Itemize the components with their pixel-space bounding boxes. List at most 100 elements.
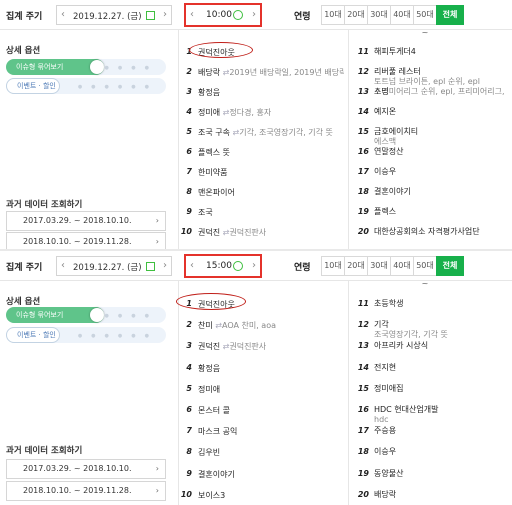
prev-time-chevron-icon[interactable]: ‹ — [190, 260, 194, 271]
rank-keyword[interactable]: 예지온 — [374, 107, 506, 117]
age-button[interactable]: 전체 — [436, 5, 464, 25]
history-range-button[interactable]: 2018.10.10. ~ 2019.11.28. › — [6, 481, 166, 501]
rank-item[interactable]: 2 찬미 AOA 찬미, aoa — [178, 320, 344, 340]
rank-number: 3 — [186, 341, 192, 351]
age-button[interactable]: 40대 — [390, 5, 414, 25]
rank-keyword[interactable]: 결혼이야기 — [374, 187, 506, 197]
rank-keyword[interactable]: 리버풀 레스터 — [374, 67, 506, 77]
rank-item[interactable]: 5 정미애 — [178, 384, 344, 404]
rank-keyword[interactable]: 연말정산 — [374, 147, 506, 157]
age-button[interactable]: 30대 — [367, 256, 391, 276]
toggle-knob[interactable] — [90, 308, 104, 322]
time-selector[interactable]: ‹ 15:00 › — [184, 254, 262, 278]
rank-item[interactable]: 8 맨온파이어 — [178, 187, 344, 207]
rank-keyword[interactable]: 배당락 — [374, 490, 506, 500]
rank-keyword: 마스크 공익 — [198, 427, 238, 437]
rank-number: 9 — [186, 468, 192, 478]
related-keywords: hdc — [374, 415, 389, 424]
date-selector[interactable]: ‹ 2019.12.27. (금) › — [56, 256, 172, 276]
rank-keyword: 조국 구속 — [198, 128, 230, 137]
next-time-chevron-icon[interactable]: › — [252, 260, 256, 271]
rank-item[interactable]: 4 황정음 — [178, 363, 344, 383]
date-value: 2019.12.27. (금) — [73, 12, 142, 22]
rank-number: 4 — [186, 362, 192, 372]
age-button[interactable]: 20대 — [344, 5, 368, 25]
history-range-button[interactable]: 2017.03.29. ~ 2018.10.10. › — [6, 211, 166, 231]
rank-item[interactable]: 3 황정음 — [178, 87, 344, 107]
rank-keyword[interactable]: 초등학생 — [374, 299, 506, 309]
age-button[interactable]: 50대 ~ — [413, 256, 437, 288]
age-button[interactable]: 40대 — [390, 256, 414, 276]
rank-number: 12 — [357, 320, 369, 330]
rank-item[interactable]: 9 결혼이야기 — [178, 469, 344, 489]
rank-keyword[interactable]: 대한상공회의소 자격평가사업단 — [374, 227, 506, 237]
rank-number: 10 — [180, 489, 192, 499]
age-button[interactable]: 50대 ~ — [413, 5, 437, 37]
prev-date-chevron-icon[interactable]: ‹ — [61, 260, 65, 271]
rank-item[interactable]: 2 배당락 2019년 배당락일, 2019년 배당락, 배당기준일 — [178, 67, 344, 87]
event-toggle[interactable]: 이벤트 · 할인 ●●●●●● — [6, 78, 166, 94]
issue-group-toggle[interactable]: 이슈형 묶어보기 ●●●● — [6, 307, 166, 323]
rank-number: 17 — [357, 426, 369, 436]
age-button[interactable]: 전체 — [436, 256, 464, 276]
related-keywords: 권덕진판사 — [223, 228, 267, 237]
rank-keyword: 보이스3 — [198, 490, 226, 500]
rank-keyword[interactable]: 전지현 — [374, 363, 506, 373]
rank-keyword[interactable]: HDC 현대산업개발 — [374, 405, 506, 415]
rank-keyword[interactable]: 주승용 — [374, 426, 506, 436]
prev-date-chevron-icon[interactable]: ‹ — [61, 9, 65, 20]
toggle-knob[interactable] — [90, 60, 104, 74]
rank-item[interactable]: 3 권덕진 권덕진판사 — [178, 341, 344, 361]
toggle-dots: ●●●● — [104, 313, 158, 319]
event-toggle[interactable]: 이벤트 · 할인 ●●●●●● — [6, 327, 166, 343]
rank-keyword: 조국 — [198, 208, 213, 217]
history-range-text: 2017.03.29. ~ 2018.10.10. — [23, 464, 132, 473]
rank-keyword[interactable]: 이승우 — [374, 447, 506, 457]
rank-keyword[interactable]: 플렉스 — [374, 207, 506, 217]
rank-item[interactable]: 10 권덕진 권덕진판사 — [178, 227, 344, 247]
history-range-text: 2018.10.10. ~ 2019.11.28. — [23, 237, 132, 246]
age-button[interactable]: 30대 — [367, 5, 391, 25]
rank-item[interactable]: 10 보이스3 — [178, 490, 344, 505]
date-selector[interactable]: ‹ 2019.12.27. (금) › — [56, 5, 172, 25]
next-time-chevron-icon[interactable]: › — [252, 9, 256, 20]
calendar-icon[interactable] — [146, 11, 155, 20]
rank-keyword[interactable]: 해피투게더4 — [374, 47, 506, 57]
rank-item[interactable]: 7 한미약품 — [178, 167, 344, 187]
rank-keyword[interactable]: 금호에이치티 — [374, 127, 506, 137]
rank-keyword[interactable]: 소명 — [374, 87, 506, 97]
history-range-button[interactable]: 2017.03.29. ~ 2018.10.10. › — [6, 459, 166, 479]
next-date-chevron-icon[interactable]: › — [163, 260, 167, 271]
rank-keyword[interactable]: 이승우 — [374, 167, 506, 177]
clock-icon[interactable] — [233, 261, 243, 271]
age-filter: 10대 20대 30대 40대 50대 ~ 전체 — [321, 256, 464, 288]
calendar-icon[interactable] — [146, 262, 155, 271]
rank-number: 6 — [186, 405, 192, 414]
history-range-button[interactable]: 2018.10.10. ~ 2019.11.28. › — [6, 232, 166, 249]
issue-group-toggle[interactable]: 이슈형 묶어보기 ●●●● — [6, 59, 166, 75]
time-selector[interactable]: ‹ 10:00 › — [184, 3, 262, 27]
rank-keyword[interactable]: 기각 — [374, 320, 506, 330]
age-button[interactable]: 10대 — [321, 256, 345, 276]
next-date-chevron-icon[interactable]: › — [163, 9, 167, 20]
prev-time-chevron-icon[interactable]: ‹ — [190, 9, 194, 20]
rank-item[interactable]: 6 플렉스 뜻 — [178, 147, 344, 167]
rank-number: 13 — [357, 341, 369, 351]
rank-item[interactable]: 9 조국 — [178, 207, 344, 227]
rank-item[interactable]: 4 정미애 정다경, 홍자 — [178, 107, 344, 127]
rank-item[interactable]: 7 마스크 공익 — [178, 426, 344, 446]
rank-keyword: 플렉스 뜻 — [198, 148, 230, 157]
rank-item[interactable]: 8 김우빈 — [178, 447, 344, 467]
toggle-dots: ●●●● — [104, 65, 158, 71]
rank-item[interactable]: 6 몬스터 콜 — [178, 405, 344, 425]
clock-icon[interactable] — [233, 10, 243, 20]
rank-item[interactable]: 5 조국 구속 기각, 조국영장기각, 기각 뜻 — [178, 127, 344, 147]
rank-keyword[interactable]: 정미애집 — [374, 384, 506, 394]
rank-keyword[interactable]: 아프리카 시상식 — [374, 341, 506, 351]
age-button[interactable]: 10대 — [321, 5, 345, 25]
age-button[interactable]: 20대 — [344, 256, 368, 276]
event-label: 이벤트 · 할인 — [6, 78, 60, 94]
rank-keyword[interactable]: 동양물산 — [374, 469, 506, 479]
related-keywords: 권덕진판사 — [223, 342, 267, 351]
rank-number: 20 — [357, 227, 369, 236]
